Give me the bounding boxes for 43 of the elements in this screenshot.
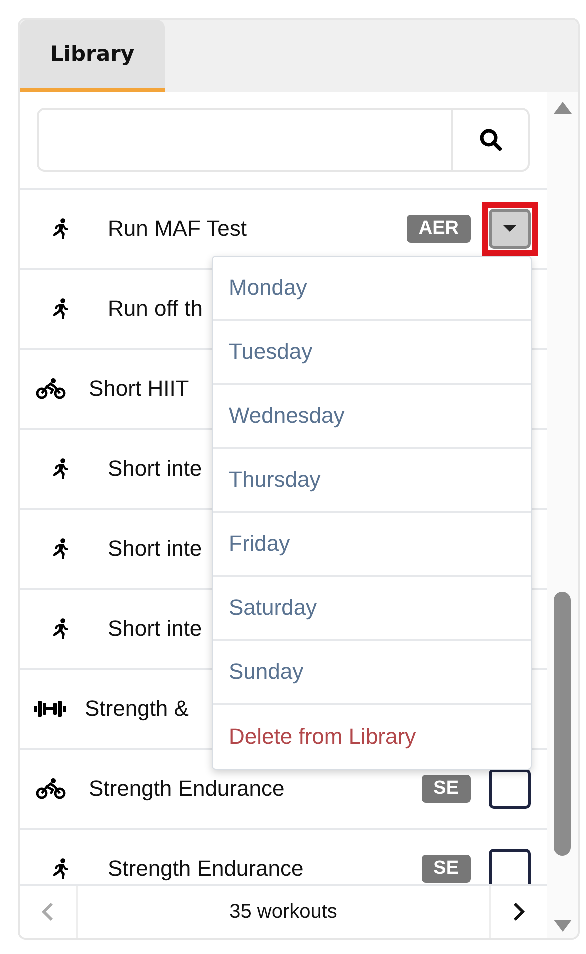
- category-badge: SE: [422, 855, 471, 883]
- previous-icon: [42, 902, 54, 922]
- workout-title[interactable]: Run MAF Test: [108, 216, 247, 242]
- workout-title[interactable]: Strength Endurance: [89, 776, 285, 802]
- search-button[interactable]: [453, 108, 530, 172]
- workout-title[interactable]: Short inte: [108, 616, 202, 642]
- library-tab[interactable]: Library: [20, 20, 165, 92]
- day-menu-item[interactable]: Sunday: [213, 641, 531, 705]
- workout-count: 35 workouts: [228, 900, 338, 924]
- workout-title[interactable]: Run off th: [108, 296, 203, 322]
- scroll-down-icon[interactable]: [554, 920, 572, 932]
- runner-icon: [51, 298, 71, 320]
- workout-title[interactable]: Strength Endurance: [108, 856, 304, 882]
- cyclist-icon: [36, 778, 66, 800]
- day-menu-item[interactable]: Saturday: [213, 577, 531, 641]
- dumbbell-icon: [34, 698, 66, 720]
- runner-icon: [51, 618, 71, 640]
- day-menu-item[interactable]: Monday: [213, 257, 531, 321]
- runner-icon: [51, 218, 71, 240]
- caret-icon: [503, 225, 517, 233]
- workout-title[interactable]: Short inte: [108, 456, 202, 482]
- dropdown-button[interactable]: [489, 849, 531, 884]
- search-field[interactable]: [37, 108, 453, 172]
- runner-icon: [51, 458, 71, 480]
- day-menu-item[interactable]: Tuesday: [213, 321, 531, 385]
- category-badge: AER: [406, 215, 471, 243]
- dropdown-button[interactable]: [489, 209, 531, 249]
- cyclist-icon: [36, 378, 66, 400]
- category-badge: SE: [422, 775, 471, 803]
- day-menu-item[interactable]: Wednesday: [213, 385, 531, 449]
- day-menu-item[interactable]: Friday: [213, 513, 531, 577]
- runner-icon: [51, 538, 71, 560]
- workout-title[interactable]: Short inte: [108, 536, 202, 562]
- workout-title[interactable]: Short HIIT: [89, 376, 190, 402]
- runner-icon: [51, 858, 71, 880]
- day-menu-item[interactable]: Thursday: [213, 449, 531, 513]
- dropdown-button[interactable]: [489, 769, 531, 809]
- workout-title[interactable]: Strength &: [85, 696, 189, 722]
- delete-menu-item[interactable]: Delete from Library: [213, 705, 531, 769]
- scroll-up-icon[interactable]: [554, 102, 572, 114]
- search-icon: [478, 128, 502, 152]
- scrollbar-thumb[interactable]: [554, 592, 571, 856]
- next-icon: [513, 902, 525, 922]
